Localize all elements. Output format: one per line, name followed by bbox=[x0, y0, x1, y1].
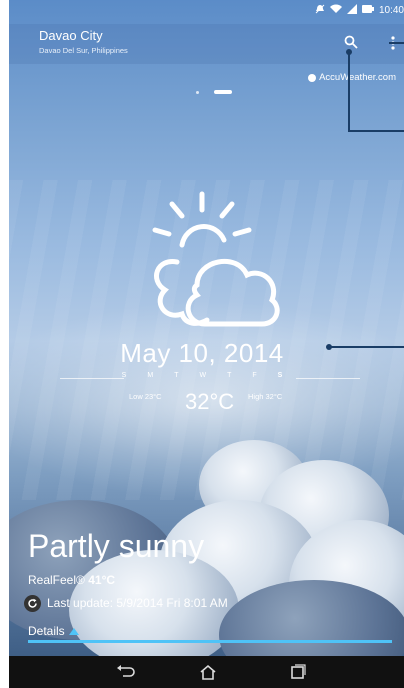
condition-title: Partly sunny bbox=[28, 528, 205, 564]
weekday-item[interactable]: T bbox=[227, 372, 231, 379]
realfeel: RealFeel® 41°C bbox=[28, 573, 115, 587]
high-temp: High 32°C bbox=[248, 392, 283, 401]
callout-line bbox=[389, 42, 404, 44]
low-temp: Low 23°C bbox=[129, 392, 162, 401]
page-dot bbox=[196, 91, 199, 94]
realfeel-value: 41°C bbox=[88, 573, 116, 587]
location-header: Davao City Davao Del Sur, Philippines bbox=[9, 24, 404, 64]
details-label: Details bbox=[28, 624, 65, 638]
phone-frame: 10:40 Davao City Davao Del Sur, Philippi… bbox=[0, 0, 404, 688]
weekday-item[interactable]: T bbox=[174, 372, 178, 379]
last-update-row: Last update: 5/9/2014 Fri 8:01 AM bbox=[24, 593, 228, 613]
accuweather-label: AccuWeather.com bbox=[319, 72, 396, 83]
weekday-item[interactable]: M bbox=[147, 372, 153, 379]
current-temp: 32°C bbox=[185, 389, 235, 414]
accuweather-link[interactable]: AccuWeather.com bbox=[308, 72, 396, 83]
back-icon[interactable] bbox=[115, 664, 135, 680]
temperature-row: Low 23°C 32°C High 32°C bbox=[0, 388, 404, 418]
region-name: Davao Del Sur, Philippines bbox=[39, 46, 128, 55]
battery-icon bbox=[361, 4, 374, 17]
home-icon[interactable] bbox=[198, 664, 218, 680]
accuweather-logo-icon bbox=[308, 73, 317, 82]
page-dot-active bbox=[214, 90, 232, 94]
weekday-selector: S M T W T F S bbox=[0, 372, 404, 379]
callout-line bbox=[348, 130, 404, 132]
weekday-item-active[interactable]: S bbox=[278, 372, 283, 379]
details-toggle[interactable]: Details bbox=[28, 624, 79, 638]
forecast-date: May 10, 2014 bbox=[120, 338, 284, 368]
callout-dot bbox=[346, 49, 352, 55]
partly-sunny-icon bbox=[127, 190, 287, 330]
search-icon[interactable] bbox=[344, 35, 358, 49]
last-update-text: Last update: 5/9/2014 Fri 8:01 AM bbox=[47, 596, 228, 610]
navigation-bar bbox=[9, 656, 404, 688]
weekday-item[interactable]: S bbox=[122, 372, 127, 379]
signal-icon bbox=[346, 4, 357, 17]
page-indicator bbox=[9, 90, 404, 96]
weekday-item[interactable]: F bbox=[252, 372, 256, 379]
callout-line bbox=[348, 52, 350, 132]
status-bar: 10:40 bbox=[9, 0, 404, 24]
city-name[interactable]: Davao City bbox=[39, 28, 103, 43]
realfeel-label: RealFeel® bbox=[28, 573, 85, 587]
notification-off-icon bbox=[315, 4, 325, 17]
weekday-item[interactable]: W bbox=[199, 372, 206, 379]
recent-apps-icon[interactable] bbox=[288, 664, 308, 680]
details-bar bbox=[28, 640, 392, 643]
wifi-icon bbox=[329, 4, 342, 17]
status-time: 10:40 bbox=[378, 5, 404, 16]
refresh-icon[interactable] bbox=[24, 594, 41, 612]
chevron-up-icon bbox=[68, 627, 79, 635]
